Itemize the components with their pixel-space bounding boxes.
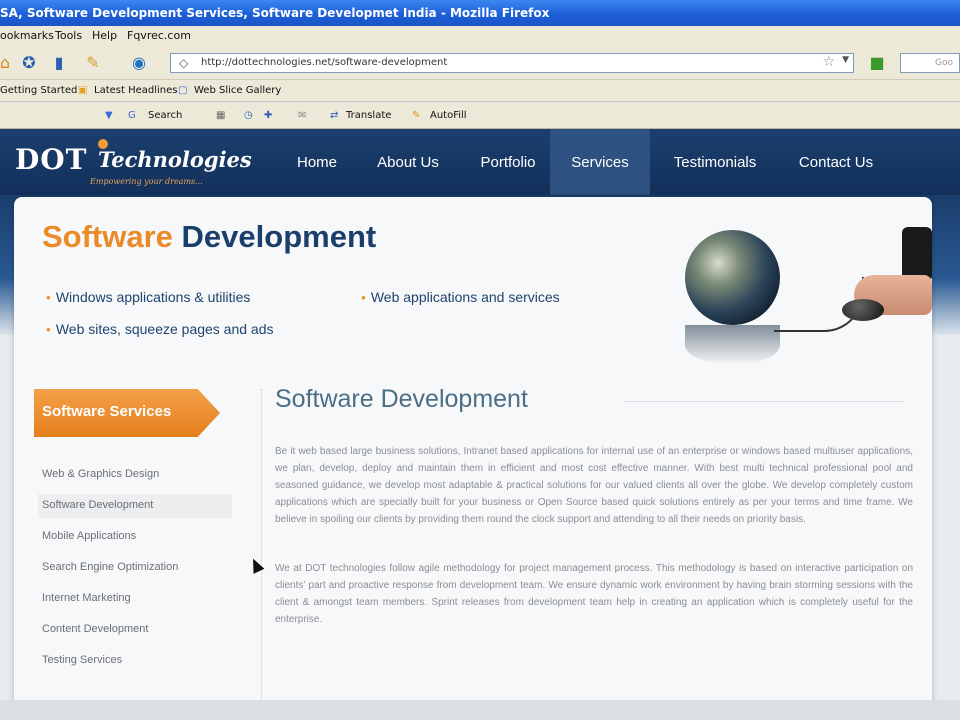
logo-dot-text: DOT [15,143,88,176]
addon-toolbar: ▼ G Search ▦ ◷ ✚ ✉ ⇄ Translate ✎ AutoFil… [0,103,960,129]
banner-bullet-web-apps: Web applications and services [361,289,560,305]
puzzle-icon[interactable]: ✚ [264,110,272,121]
nav-about-us[interactable]: About Us [364,129,452,195]
page-icon: ▢ [178,85,188,96]
content-paragraph-1: Be it web based large business solutions… [275,446,913,525]
bottle-icon[interactable]: ▮ [48,52,70,74]
bookmark-ribbon-icon[interactable]: ✪ [18,52,40,74]
sleeve-image [902,227,932,282]
window-title-bar: SA, Software Development Services, Softw… [0,0,960,26]
rss-icon: ▣ [78,85,88,96]
mouse-icon [842,299,884,321]
sidebar-item-mobile-apps[interactable]: Mobile Applications [38,525,232,549]
menu-fqvrec[interactable]: Fqvrec.com [127,29,191,42]
toolbar-autofill-button[interactable]: AutoFill [430,110,467,121]
chevron-down-icon[interactable]: ▼ [105,110,113,121]
pencil-icon[interactable]: ✎ [82,52,104,74]
bookmark-getting-started[interactable]: Getting Started [0,85,77,96]
menu-bar: ookmarks Tools Help Fqvrec.com [0,26,960,46]
home-icon[interactable]: ⌂ [0,52,16,74]
toolbar-translate-button[interactable]: Translate [346,110,391,121]
sidebar-item-testing-services[interactable]: Testing Services [38,649,232,673]
banner-title-development: Development [181,219,377,254]
menu-help[interactable]: Help [92,29,117,42]
url-text: http://dottechnologies.net/software-deve… [201,57,448,68]
globe-icon[interactable]: ◉ [128,52,150,74]
sidebar-item-internet-marketing[interactable]: Internet Marketing [38,587,232,611]
translate-icon: ⇄ [330,110,339,121]
google-icon: G [128,110,136,121]
software-services-heading: Software Services [34,389,220,437]
content-paragraph-2: We at DOT technologies follow agile meth… [275,563,913,625]
sidebar-item-web-graphics[interactable]: Web & Graphics Design [38,463,232,487]
search-input[interactable]: Goo [900,53,960,73]
content-card: Software Development Windows application… [14,197,932,720]
banner-title: Software Development [42,219,376,255]
bookmarks-toolbar: Getting Started ▣ Latest Headlines ▢ Web… [0,80,960,102]
banner-bullet-web-sites: Web sites, squeeze pages and ads [46,321,274,337]
grid-icon[interactable]: ▦ [216,110,225,121]
toolbar-search-button[interactable]: Search [148,110,182,121]
mail-icon[interactable]: ✉ [298,110,306,121]
nav-home[interactable]: Home [282,129,352,195]
page-title: Software Development [275,385,528,413]
autofill-icon: ✎ [412,110,421,121]
nav-services[interactable]: Services [550,129,650,195]
status-bar [0,700,960,720]
url-bar[interactable]: ◇ http://dottechnologies.net/software-de… [170,53,854,73]
bookmark-web-slice-gallery[interactable]: Web Slice Gallery [194,85,281,96]
globe-reflection [685,325,780,365]
web-page: DOT Technologies Empowering your dreams.… [0,129,960,720]
banner-title-software: Software [42,219,173,254]
logo-technologies-text: Technologies [98,147,252,172]
menu-bookmarks[interactable]: ookmarks [0,29,54,42]
logo-tagline: Empowering your dreams... [90,177,203,186]
nav-portfolio[interactable]: Portfolio [468,129,548,195]
window-title: SA, Software Development Services, Softw… [0,6,550,20]
column-divider [261,389,262,719]
sidebar-item-software-development[interactable]: Software Development [38,494,232,518]
chevron-down-icon[interactable]: ▼ [842,55,849,65]
star-icon[interactable]: ☆ [822,54,835,70]
nav-testimonials[interactable]: Testimonials [660,129,770,195]
page-favicon-icon: ◇ [179,56,189,70]
addon-icon[interactable]: ■ [866,52,888,74]
sidebar-item-seo[interactable]: Search Engine Optimization [38,556,232,580]
sidebar-item-content-development[interactable]: Content Development [38,618,232,642]
clock-icon[interactable]: ◷ [244,110,253,121]
globe-image [685,230,780,325]
title-divider [624,401,904,402]
menu-tools[interactable]: Tools [55,29,82,42]
banner-bullet-windows: Windows applications & utilities [46,289,251,305]
nav-contact-us[interactable]: Contact Us [782,129,890,195]
bookmark-latest-headlines[interactable]: Latest Headlines [94,85,178,96]
